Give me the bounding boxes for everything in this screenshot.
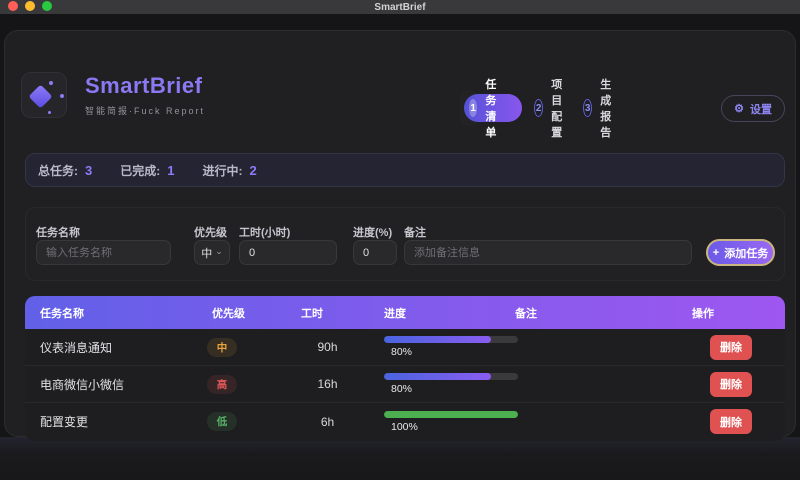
progress-bar-track (384, 336, 518, 343)
progress-percent-label: 100% (391, 420, 418, 433)
priority-badge: 高 (207, 374, 237, 394)
delete-button[interactable]: 删除 (710, 371, 752, 397)
app-header: SmartBrief 智能简报·Fuck Report (21, 55, 779, 135)
chevron-down-icon: ⌄ (215, 246, 223, 256)
task-hours: 16h (317, 377, 338, 391)
task-name-input[interactable] (36, 240, 171, 265)
hours-label: 工时(小时) (239, 227, 291, 239)
stat-value: 1 (167, 162, 175, 178)
priority-select[interactable]: 中 ⌄ (194, 240, 230, 265)
step-task-list[interactable]: 1 任务清单 (464, 79, 522, 139)
gear-icon: ⚙ (734, 103, 744, 115)
task-name: 配置变更 (40, 415, 89, 429)
priority-badge: 中 (207, 337, 237, 357)
close-window-button[interactable] (8, 1, 18, 11)
stats-bar: 总任务: 3 已完成: 1 进行中: 2 (25, 153, 785, 187)
step-label: 生成报告 (600, 79, 612, 139)
table-header-row: 任务名称 优先级 工时 进度 备注 操作 (25, 296, 785, 329)
step-number: 2 (534, 99, 544, 117)
note-input[interactable] (404, 240, 692, 265)
delete-button[interactable]: 删除 (710, 409, 752, 434)
step-project-config[interactable]: 2 项目配置 (534, 76, 571, 140)
col-header-note: 备注 (515, 307, 537, 320)
logo-dot (60, 94, 64, 98)
progress-bar-fill (384, 373, 492, 380)
progress-input[interactable] (353, 240, 397, 265)
window-title: SmartBrief (374, 1, 426, 13)
progress-bar-fill (384, 410, 518, 418)
table-row: 电商微信小微信 高 16h 80% 删除 (25, 366, 785, 403)
task-hours: 90h (317, 340, 338, 354)
priority-label: 优先级 (194, 227, 227, 239)
task-hours: 6h (320, 414, 335, 429)
col-header-progress: 进度 (384, 307, 406, 320)
stepper: 1 任务清单 2 项目配置 3 生成报告 (460, 79, 611, 139)
add-task-label: 添加任务 (724, 247, 769, 260)
note-label: 备注 (404, 227, 426, 239)
task-progress: 80% (370, 336, 518, 358)
table-row: 配置变更 低 6h 100% 删除 (25, 403, 785, 440)
hours-input[interactable] (239, 240, 337, 265)
step-label: 项目配置 (551, 79, 563, 139)
traffic-lights (8, 1, 52, 11)
col-header-priority: 优先级 (212, 307, 245, 320)
col-header-action: 操作 (692, 307, 714, 320)
main-card: SmartBrief 智能简报·Fuck Report 1 任务清单 2 项目配… (4, 30, 796, 441)
priority-selected-value: 中 (201, 247, 213, 260)
progress-bar-fill (384, 336, 492, 343)
logo-dot (49, 81, 53, 85)
footer-background (0, 437, 800, 480)
progress-bar-track (384, 373, 518, 380)
stat-total-tasks: 总任务: 3 (38, 162, 92, 179)
zoom-window-button[interactable] (42, 1, 52, 11)
progress-bar-track (384, 410, 518, 418)
stat-completed: 已完成: 1 (120, 162, 174, 179)
stat-in-progress: 进行中: 2 (202, 162, 256, 179)
table-row: 仪表消息通知 中 90h 80% 删除 (25, 329, 785, 366)
step-label: 任务清单 (485, 79, 497, 139)
settings-label: 设置 (750, 103, 772, 116)
stat-value: 3 (85, 162, 93, 178)
col-header-name: 任务名称 (40, 307, 84, 320)
progress-label: 进度(%) (353, 227, 393, 239)
stat-value: 2 (249, 162, 257, 178)
stat-label: 总任务: (38, 163, 78, 178)
step-generate-report[interactable]: 3 生成报告 (583, 76, 620, 140)
app-subtitle: 智能简报·Fuck Report (85, 106, 206, 116)
progress-percent-label: 80% (391, 383, 413, 395)
app-logo (21, 72, 67, 118)
task-table: 任务名称 优先级 工时 进度 备注 操作 仪表消息通知 中 90h 80% 删除… (25, 296, 785, 441)
step-number: 1 (469, 99, 478, 117)
step-number: 3 (583, 99, 593, 117)
task-progress: 100% (370, 410, 518, 433)
minimize-window-button[interactable] (25, 1, 35, 11)
col-header-hours: 工时 (301, 307, 323, 320)
stat-label: 已完成: (120, 163, 161, 178)
app-title: SmartBrief (85, 73, 203, 98)
plus-icon: + (712, 246, 720, 259)
progress-percent-label: 80% (391, 346, 413, 358)
settings-button[interactable]: ⚙ 设置 (721, 95, 785, 122)
logo-dot (48, 111, 51, 114)
stat-label: 进行中: (202, 163, 243, 178)
task-progress: 80% (370, 373, 518, 395)
task-name: 仪表消息通知 (40, 340, 113, 355)
delete-button[interactable]: 删除 (710, 334, 752, 360)
add-task-form: 任务名称 优先级 中 ⌄ 工时(小时) 进度(%) 备注 + 添加任务 (25, 207, 785, 281)
task-name: 电商微信小微信 (40, 377, 125, 392)
diamond-icon (28, 84, 53, 109)
add-task-button[interactable]: + 添加任务 (706, 239, 775, 266)
priority-badge: 低 (207, 412, 237, 431)
task-name-label: 任务名称 (36, 227, 80, 239)
window-titlebar: SmartBrief (0, 0, 800, 14)
